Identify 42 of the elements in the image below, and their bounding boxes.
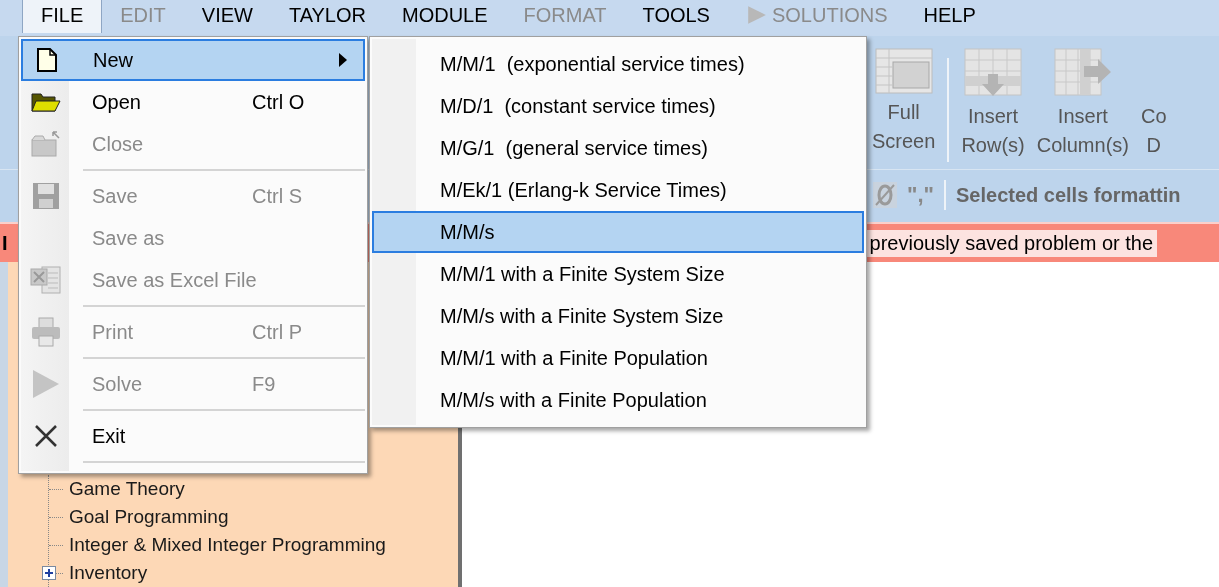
menu-bar-item[interactable]: MODULE xyxy=(384,0,506,33)
menu-item[interactable]: M/M/1 with a Finite System Size xyxy=(372,253,864,295)
tree-item[interactable]: Game Theory xyxy=(69,478,185,500)
menu-item[interactable]: M/M/s xyxy=(372,211,864,253)
toolbar-button[interactable]: Insert Column(s) xyxy=(1032,48,1133,160)
menu-item[interactable]: Open Ctrl O xyxy=(21,81,365,123)
zero-icon xyxy=(873,182,897,208)
menu-item[interactable]: M/M/s with a Finite System Size xyxy=(372,295,864,337)
menu-bar-item[interactable]: HELP xyxy=(905,0,994,33)
insert-column-icon xyxy=(1053,48,1112,98)
toolbar-button[interactable]: Insert Row(s) xyxy=(957,48,1029,160)
message-text: previously saved problem or the xyxy=(865,229,1158,257)
new-document-icon xyxy=(36,47,58,73)
toolbar-button[interactable]: Full Screen xyxy=(868,48,940,156)
folder-icon xyxy=(31,130,61,158)
menu-item[interactable]: M/G/1 (general service times) xyxy=(372,127,864,169)
close-icon xyxy=(34,424,58,448)
menu-bar-item[interactable]: TAYLOR xyxy=(270,0,384,33)
menu-item[interactable]: M/M/1 (exponential service times) xyxy=(372,43,864,85)
tree-item[interactable]: Integer & Mixed Integer Programming xyxy=(69,534,386,556)
toolbar-button[interactable]: Co D xyxy=(1136,48,1171,160)
menu-bar-item[interactable]: FILE xyxy=(22,0,103,33)
menu-item[interactable]: Exit xyxy=(21,415,365,457)
expand-toggle-icon[interactable] xyxy=(42,566,56,580)
printer-icon xyxy=(31,317,61,347)
folder-icon xyxy=(31,91,61,113)
play-icon xyxy=(31,369,61,399)
menu-item[interactable]: M/D/1 (constant service times) xyxy=(372,85,864,127)
menu-item[interactable]: M/Ek/1 (Erlang-k Service Times) xyxy=(372,169,864,211)
menu-item[interactable]: M/M/s with a Finite Population xyxy=(372,379,864,421)
play-icon xyxy=(745,4,768,26)
menu-bar-item[interactable]: VIEW xyxy=(183,0,271,33)
tree-item[interactable]: Goal Programming xyxy=(69,506,229,528)
insert-row-icon xyxy=(964,48,1023,98)
menu-bar-item[interactable]: TOOLS xyxy=(624,0,728,33)
message-text: I xyxy=(2,231,8,255)
format-status-text: Selected cells formattin xyxy=(956,183,1181,207)
menu-item[interactable]: M/M/1 with a Finite Population xyxy=(372,337,864,379)
menu-item[interactable]: New xyxy=(21,39,365,81)
tree-item[interactable]: Inventory xyxy=(69,562,148,584)
full-screen-icon xyxy=(874,48,933,94)
spreadsheet-icon xyxy=(30,265,62,295)
